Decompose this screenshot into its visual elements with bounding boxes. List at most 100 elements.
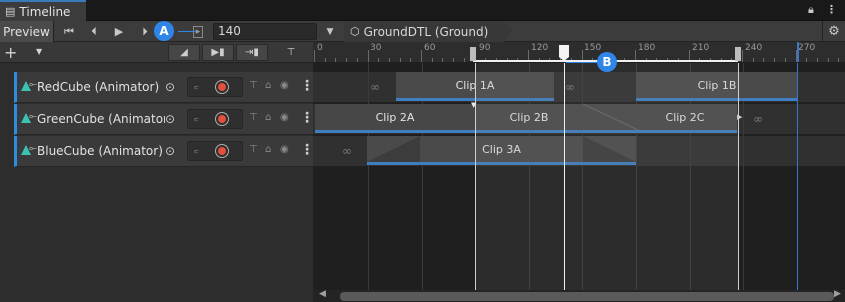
lock-icon[interactable]: ⌂ xyxy=(265,144,271,155)
ruler-tick xyxy=(388,58,390,62)
track-header-greencube[interactable]: ⟜ GreenCube (Animator) ⊙ ⟔ ⊤ ⌂ ◉ ⋮ xyxy=(14,104,314,135)
window-title-bar xyxy=(0,0,845,21)
ruler-tick xyxy=(367,50,369,62)
ripple-icon[interactable]: ▶▮ xyxy=(202,44,234,61)
more-icon[interactable]: ⋮ xyxy=(826,3,837,16)
track-header-redcube[interactable]: ⟜ RedCube (Animator) ⊙ ⟔ ⊤ ⌂ ◉ ⋮ xyxy=(14,72,314,103)
curves-icon[interactable]: ⟔ xyxy=(194,112,199,126)
ruler-label: 240 xyxy=(745,43,763,53)
lock-icon[interactable]: ⌂ xyxy=(265,112,271,123)
scrollbar-thumb[interactable] xyxy=(340,292,834,301)
gear-icon[interactable]: ⚙ xyxy=(822,21,845,42)
time-ruler[interactable]: 0 30 60 90 120 150 180 210 240 270 xyxy=(313,42,845,63)
object-picker-icon[interactable]: ⊙ xyxy=(165,144,175,158)
add-track-button[interactable]: + xyxy=(4,42,17,63)
ruler-tick xyxy=(399,58,401,62)
scroll-left-icon[interactable]: ◀ xyxy=(319,289,326,299)
eye-icon[interactable]: ◉ xyxy=(280,144,289,155)
ruler-tick xyxy=(827,58,829,62)
playhead-handle[interactable] xyxy=(559,45,569,57)
grid-line xyxy=(368,63,369,302)
range-start-marker[interactable] xyxy=(470,47,476,61)
curves-icon[interactable]: ⟔ xyxy=(194,80,199,94)
ruler-tick xyxy=(421,50,422,62)
track-controls: ⟔ xyxy=(187,109,243,129)
pin-icon[interactable]: ⊤ xyxy=(249,80,258,91)
clip-edit-icon[interactable]: ⇥▮ xyxy=(236,44,268,61)
previous-frame-icon[interactable]: ⏴ xyxy=(81,21,107,42)
ruler-tick xyxy=(774,58,776,62)
playhead-line[interactable] xyxy=(564,63,565,302)
preview-button[interactable]: Preview xyxy=(0,21,54,42)
extrapolation-icon: ∞ xyxy=(342,144,352,158)
lock-icon[interactable]: ⌂ xyxy=(265,80,271,91)
record-button[interactable] xyxy=(216,81,228,93)
ruler-tick xyxy=(335,58,337,62)
ruler-tick xyxy=(314,50,315,62)
clip-label: Clip 2A xyxy=(375,110,415,124)
ruler-tick xyxy=(346,58,348,62)
chevron-down-icon[interactable]: ▼ xyxy=(320,21,340,42)
ruler-tick xyxy=(806,58,808,62)
ruler-label: 60 xyxy=(424,43,436,53)
breadcrumb-label: GroundDTL (Ground) xyxy=(363,24,489,39)
scroll-right-icon[interactable]: ▶ xyxy=(834,289,841,299)
range-end-line xyxy=(738,63,739,302)
track-name: BlueCube (Animator) xyxy=(37,144,163,158)
callout-a: A xyxy=(154,21,174,41)
ruler-tick xyxy=(816,58,818,62)
track-controls: ⟔ xyxy=(187,77,243,97)
ruler-label: 30 xyxy=(370,43,382,53)
current-frame-field[interactable]: 140 xyxy=(213,23,317,40)
object-picker-icon[interactable]: ⊙ xyxy=(165,112,175,126)
ruler-label: 210 xyxy=(692,43,710,53)
eye-icon[interactable]: ◉ xyxy=(280,80,289,91)
ruler-label: 180 xyxy=(638,43,656,53)
ruler-tick xyxy=(442,58,444,62)
ruler-tick xyxy=(431,58,433,62)
ruler-tick xyxy=(838,58,840,62)
rig-icon: ⟜ xyxy=(29,143,37,154)
clip-area[interactable]: ∞ Clip 1A ∞ Clip 1B Clip 2A Clip 2B Clip… xyxy=(313,63,845,302)
clip-2a[interactable]: Clip 2A xyxy=(315,104,475,133)
object-picker-icon[interactable]: ⊙ xyxy=(165,80,175,94)
pin-icon[interactable]: ⊤ xyxy=(249,112,258,123)
more-icon[interactable]: ⋮ xyxy=(300,78,314,94)
extrapolation-icon: ∞ xyxy=(370,80,380,94)
track-header-bluecube[interactable]: ⟜ BlueCube (Animator) ⊙ ⟔ ⊤ ⌂ ◉ ⋮ xyxy=(14,136,314,167)
track-name: GreenCube (Animator) xyxy=(37,112,165,126)
rig-icon: ⟜ xyxy=(29,111,37,122)
lock-icon[interactable]: 🔒︎ xyxy=(808,3,814,17)
film-icon: ▤ xyxy=(5,5,16,18)
track-header-panel: ⟜ RedCube (Animator) ⊙ ⟔ ⊤ ⌂ ◉ ⋮ ⟜ Green… xyxy=(0,63,314,302)
snap-icon[interactable]: ◢ xyxy=(168,44,200,61)
play-icon[interactable]: ▶ xyxy=(106,21,132,42)
curves-icon[interactable]: ⟔ xyxy=(194,144,199,158)
record-button[interactable] xyxy=(216,113,228,125)
range-end-marker[interactable] xyxy=(735,47,741,61)
eye-icon[interactable]: ◉ xyxy=(280,112,289,123)
ruler-tick xyxy=(752,58,754,62)
chevron-down-icon[interactable]: ▼ xyxy=(36,47,42,56)
plus-icon: + xyxy=(4,43,18,62)
breadcrumb[interactable]: ⬡ GroundDTL (Ground) xyxy=(344,21,504,42)
rig-icon: ⟜ xyxy=(29,79,37,90)
more-icon[interactable]: ⋮ xyxy=(300,110,314,126)
tab-title: Timeline xyxy=(19,4,71,19)
ruler-tick xyxy=(378,58,380,62)
record-button[interactable] xyxy=(216,145,228,157)
breadcrumb-arrow xyxy=(504,21,512,42)
callout-b-line xyxy=(566,62,597,63)
extrapolation-icon: ∞ xyxy=(753,112,763,126)
ruler-tick xyxy=(763,58,765,62)
ruler-label: 150 xyxy=(584,43,602,53)
pin-icon[interactable]: ⊤ xyxy=(275,44,307,61)
playhead-pointer xyxy=(559,57,569,61)
callout-a-line xyxy=(178,31,196,32)
pin-icon[interactable]: ⊤ xyxy=(249,144,258,155)
timeline-end-line xyxy=(797,63,798,302)
timeline-tab[interactable]: ▤ Timeline xyxy=(0,0,86,21)
ruler-label: 270 xyxy=(798,43,816,53)
go-to-start-icon[interactable]: ⏮ xyxy=(56,21,82,42)
more-icon[interactable]: ⋮ xyxy=(300,142,314,158)
